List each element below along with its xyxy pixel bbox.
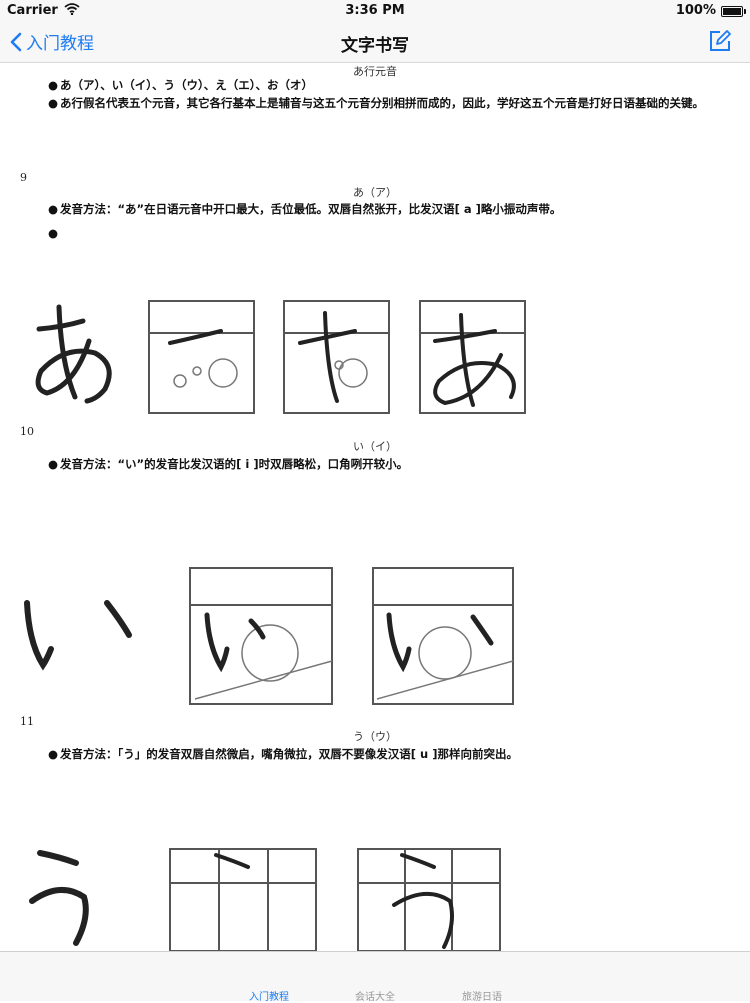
compose-button[interactable] (708, 29, 732, 57)
page-number: 9 (20, 171, 27, 184)
navigation-bar: 入门教程 文字书写 (0, 22, 750, 63)
battery-icon (721, 6, 746, 17)
kana-heading: あ（ア） (353, 186, 397, 199)
back-button[interactable]: 入门教程 (10, 29, 94, 54)
kana-heading: い（イ） (353, 440, 397, 453)
chevron-left-icon (10, 32, 22, 51)
intro-bullet: ● あ（ア）、い（イ）、う（ウ）、え（エ）、お（オ） (48, 78, 313, 92)
battery-percentage: 100% (675, 3, 716, 18)
pronunciation-bullet: ● 发音方法：「う」的发音双唇自然微启，嘴角微拉，双唇不要像发汉语[ u ]那样向… (48, 747, 518, 761)
pronunciation-bullet: ● 发音方法：“い”的发音比发汉语的[ i ]时双唇略松，口角咧开较小。 (48, 457, 409, 471)
document-content[interactable]: あ行元音 ● あ（ア）、い（イ）、う（ウ）、え（エ）、お（オ） ● あ行假名代表五个… (0, 63, 750, 951)
pronunciation-bullet: ● 发音方法：“あ”在日语元音中开口最大，舌位最低。双唇自然张开，比发汉语[ a … (48, 202, 562, 216)
tab-travel-japanese[interactable]: 旅游日语 (462, 988, 502, 1003)
compose-icon (710, 30, 731, 51)
clock: 3:36 PM (345, 3, 405, 18)
stroke-order-image-u (29, 848, 501, 951)
intro-bullet: ● あ行假名代表五个元音，其它各行基本上是辅音与这五个元音分别相拼而成的，因此，学… (48, 96, 704, 110)
stroke-order-image-a (35, 300, 526, 414)
kana-heading: う（ウ） (353, 730, 397, 743)
stroke-order-image-i (24, 567, 514, 705)
page-title: 文字书写 (341, 36, 409, 56)
status-bar: Carrier 3:36 PM 100% (0, 0, 750, 22)
back-button-label: 入门教程 (26, 34, 94, 54)
tab-conversation[interactable]: 会话大全 (355, 988, 395, 1003)
page-number: 11 (20, 715, 34, 728)
tab-bar: 入门教程 会话大全 旅游日语 (0, 951, 750, 1003)
tab-beginner-tutorial[interactable]: 入门教程 (249, 988, 289, 1003)
page-number: 10 (20, 425, 34, 438)
